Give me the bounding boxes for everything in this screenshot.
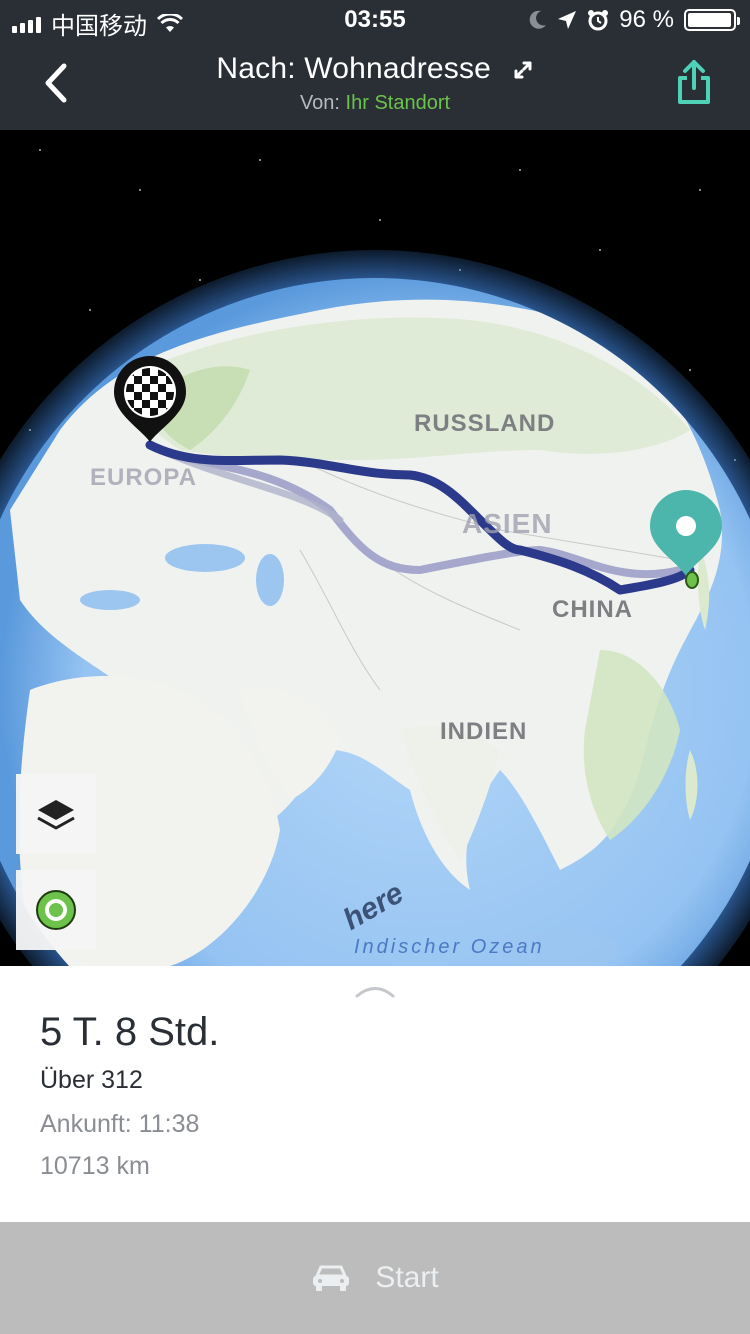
label-europe: EUROPA: [90, 464, 197, 491]
back-button[interactable]: [36, 56, 80, 110]
route-arrival: Ankunft: 11:38: [40, 1110, 200, 1138]
location-target-icon: [36, 890, 76, 930]
swap-expand-icon[interactable]: [512, 59, 534, 81]
route-via: Über 312: [40, 1066, 143, 1094]
origin-value: Ihr Standort: [345, 92, 451, 114]
label-russia: RUSSLAND: [414, 410, 556, 437]
chevron-left-icon: [45, 63, 67, 103]
route-title-block: Nach: Wohnadresse Von: Ihr Standort: [150, 52, 600, 115]
battery-icon: [684, 9, 740, 31]
moon-icon: [530, 10, 547, 29]
label-asia: ASIEN: [462, 508, 553, 539]
share-button[interactable]: [674, 58, 714, 106]
share-icon: [678, 60, 710, 104]
route-duration: 5 T. 8 Std.: [40, 1010, 220, 1054]
alarm-icon: [588, 10, 609, 31]
battery-percent: 96 %: [619, 6, 674, 33]
sheet-handle[interactable]: [355, 984, 395, 998]
globe-map[interactable]: [0, 130, 750, 966]
layers-button[interactable]: [16, 774, 96, 854]
map-view[interactable]: RUSSLAND EUROPA ASIEN CHINA INDIEN Indis…: [0, 130, 750, 966]
route-origin[interactable]: Von: Ihr Standort: [150, 92, 600, 115]
status-right: 96 %: [529, 6, 740, 34]
label-indian-ocean: Indischer Ozean: [354, 936, 545, 958]
page-title[interactable]: Nach: Wohnadresse: [150, 52, 600, 86]
route-summary-sheet[interactable]: 5 T. 8 Std. Über 312 Ankunft: 11:38 1071…: [0, 966, 750, 1222]
start-button[interactable]: Start: [0, 1222, 750, 1334]
location-arrow-icon: [558, 11, 577, 29]
origin-label: Von:: [299, 92, 340, 114]
car-icon: [313, 1265, 350, 1291]
start-label: Start: [375, 1261, 439, 1294]
label-china: CHINA: [552, 596, 633, 623]
chevron-up-icon: [355, 987, 395, 998]
layers-icon: [37, 800, 75, 830]
top-bar: 中国移动 03:55 96 % Nach: Wohnadresse Von: I…: [0, 0, 750, 130]
route-distance: 10713 km: [40, 1152, 150, 1180]
status-bar: 中国移动 03:55 96 %: [0, 0, 750, 40]
destination-title: Nach: Wohnadresse: [216, 52, 492, 85]
label-india: INDIEN: [440, 718, 528, 745]
my-location-button[interactable]: [16, 870, 96, 950]
